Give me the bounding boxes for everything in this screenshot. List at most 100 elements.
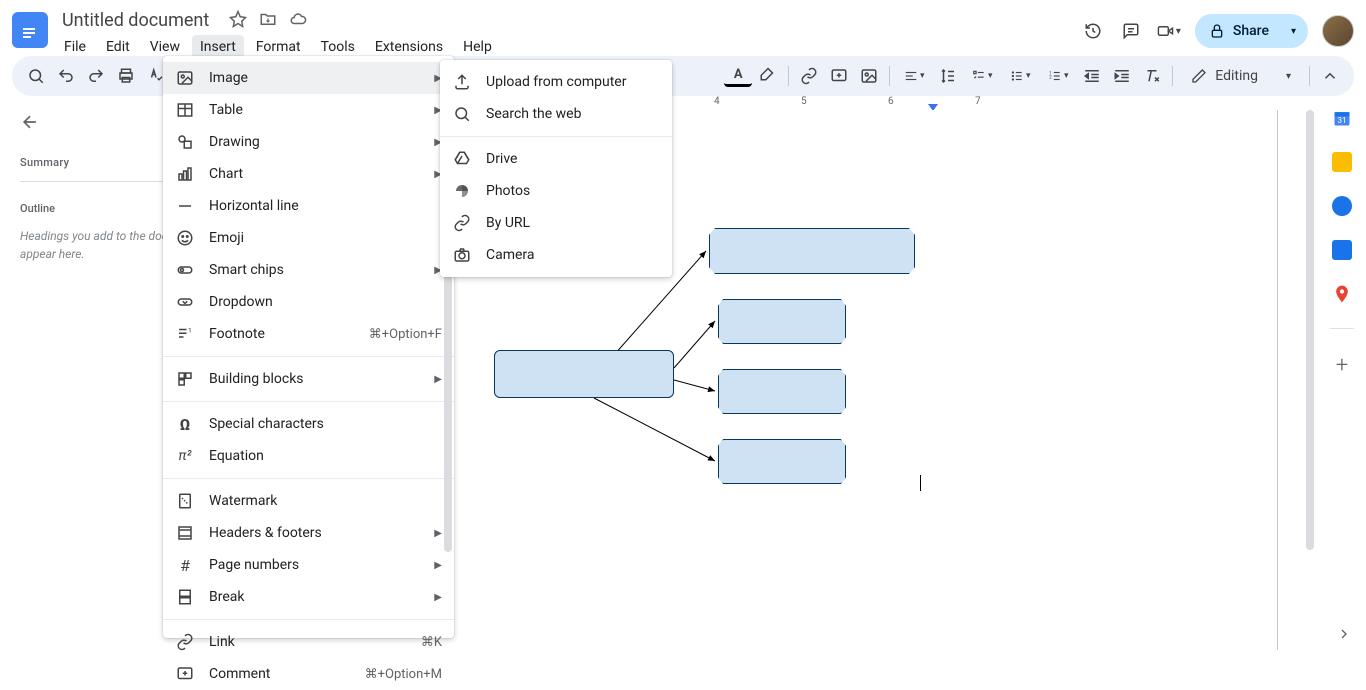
decrease-indent-button[interactable] [1078, 62, 1106, 90]
insert-link-button[interactable] [795, 62, 823, 90]
bulleted-list-button[interactable]: ▾ [1002, 62, 1038, 90]
menu-item-label: Watermark [209, 493, 277, 509]
add-addon-button[interactable]: + [1336, 353, 1348, 378]
meet-icon[interactable]: ▾ [1157, 19, 1181, 43]
menu-item-special-characters[interactable]: Ω Special characters [163, 408, 454, 440]
numbered-list-button[interactable]: 12▾ [1040, 62, 1076, 90]
contacts-icon[interactable] [1332, 240, 1352, 260]
maps-icon[interactable] [1332, 284, 1352, 304]
menu-item-page-numbers[interactable]: # Page numbers ▶ [163, 549, 454, 581]
image-submenu: Upload from computer Search the web Driv… [440, 60, 672, 277]
comment-icon [175, 664, 195, 684]
comments-icon[interactable] [1119, 19, 1143, 43]
text-color-button[interactable]: A [724, 65, 752, 87]
chevron-right-icon: ▶ [434, 374, 442, 385]
diagram-shape[interactable] [494, 350, 674, 398]
document-title[interactable]: Untitled document [56, 8, 215, 33]
checklist-button[interactable]: ▾ [964, 62, 1000, 90]
editing-mode-button[interactable]: Editing ▾ [1179, 64, 1303, 88]
editing-mode-label: Editing [1215, 68, 1258, 84]
drive-icon [452, 149, 472, 169]
footnote-icon: 1 [175, 324, 195, 344]
account-avatar[interactable] [1322, 15, 1354, 47]
align-button[interactable]: ▾ [896, 62, 932, 90]
menu-item-footnote[interactable]: 1 Footnote ⌘+Option+F [163, 318, 454, 350]
submenu-item-drive[interactable]: Drive [440, 143, 672, 175]
highlight-color-button[interactable] [754, 62, 782, 90]
collapse-toolbar-button[interactable] [1316, 62, 1344, 90]
side-panel-collapse-button[interactable] [1336, 626, 1352, 646]
menu-item-comment[interactable]: Comment ⌘+Option+M [163, 658, 454, 690]
share-dropdown-button[interactable]: ▾ [1285, 22, 1308, 41]
menu-item-table[interactable]: Table ▶ [163, 94, 454, 126]
menu-item-emoji[interactable]: Emoji [163, 222, 454, 254]
vertical-scrollbar[interactable] [1306, 110, 1316, 555]
line-spacing-button[interactable] [934, 62, 962, 90]
menu-item-chart[interactable]: Chart ▶ [163, 158, 454, 190]
upload-icon [452, 72, 472, 92]
insert-image-button[interactable] [855, 62, 883, 90]
menu-item-label: Horizontal line [209, 198, 299, 214]
redo-button[interactable] [82, 62, 110, 90]
menu-file[interactable]: File [56, 35, 94, 59]
menu-help[interactable]: Help [455, 35, 500, 59]
share-button[interactable]: Share [1195, 14, 1285, 48]
clear-formatting-button[interactable] [1138, 62, 1166, 90]
camera-icon [452, 245, 472, 265]
submenu-item-search-web[interactable]: Search the web [440, 98, 672, 130]
keep-icon[interactable] [1332, 152, 1352, 172]
link-icon [175, 632, 195, 652]
scrollbar-thumb[interactable] [1306, 110, 1314, 550]
submenu-item-byurl[interactable]: By URL [440, 207, 672, 239]
diagram-shape[interactable] [709, 228, 915, 274]
print-button[interactable] [112, 62, 140, 90]
menu-item-label: Chart [209, 166, 243, 182]
diagram-shape[interactable] [718, 439, 846, 484]
increase-indent-button[interactable] [1108, 62, 1136, 90]
menu-item-drawing[interactable]: Drawing ▶ [163, 126, 454, 158]
svg-text:2: 2 [1049, 74, 1052, 80]
equation-icon: π² [175, 446, 195, 466]
menu-item-link[interactable]: Link ⌘K [163, 626, 454, 658]
menu-item-break[interactable]: Break ▶ [163, 581, 454, 613]
ruler-tick: 6 [888, 96, 894, 107]
tasks-icon[interactable] [1332, 196, 1352, 216]
diagram-shape[interactable] [718, 369, 846, 414]
menu-item-equation[interactable]: π² Equation [163, 440, 454, 472]
star-icon[interactable] [229, 10, 247, 32]
submenu-item-upload[interactable]: Upload from computer [440, 66, 672, 98]
menu-separator [163, 401, 454, 402]
drawing-icon [175, 132, 195, 152]
submenu-item-label: Upload from computer [486, 74, 626, 90]
hash-icon: # [175, 555, 195, 575]
submenu-item-photos[interactable]: Photos [440, 175, 672, 207]
svg-text:1: 1 [188, 327, 192, 335]
menu-item-horizontal-line[interactable]: Horizontal line [163, 190, 454, 222]
chart-icon [175, 164, 195, 184]
undo-button[interactable] [52, 62, 80, 90]
add-comment-button[interactable] [825, 62, 853, 90]
menu-item-smartchips[interactable]: Smart chips ▶ [163, 254, 454, 286]
menu-item-watermark[interactable]: Watermark [163, 485, 454, 517]
text-cursor [920, 475, 921, 491]
history-icon[interactable] [1081, 19, 1105, 43]
watermark-icon [175, 491, 195, 511]
menu-item-headers-footers[interactable]: Headers & footers ▶ [163, 517, 454, 549]
menu-edit[interactable]: Edit [98, 35, 138, 59]
calendar-icon[interactable]: 31 [1332, 108, 1352, 128]
menu-item-image[interactable]: Image ▶ [163, 62, 454, 94]
svg-text:31: 31 [1337, 116, 1346, 126]
submenu-item-label: Drive [486, 151, 517, 167]
submenu-item-camera[interactable]: Camera [440, 239, 672, 271]
menu-item-dropdown[interactable]: Dropdown [163, 286, 454, 318]
search-button[interactable] [22, 62, 50, 90]
chevron-right-icon: ▶ [434, 528, 442, 539]
cloud-status-icon[interactable] [289, 10, 307, 32]
menu-separator [163, 619, 454, 620]
menu-item-building-blocks[interactable]: Building blocks ▶ [163, 363, 454, 395]
menu-item-shortcut: ⌘+Option+F [369, 327, 442, 342]
diagram-shape[interactable] [718, 299, 846, 344]
move-icon[interactable] [259, 10, 277, 32]
menu-item-label: Break [209, 589, 244, 605]
docs-logo-icon[interactable] [12, 12, 48, 48]
